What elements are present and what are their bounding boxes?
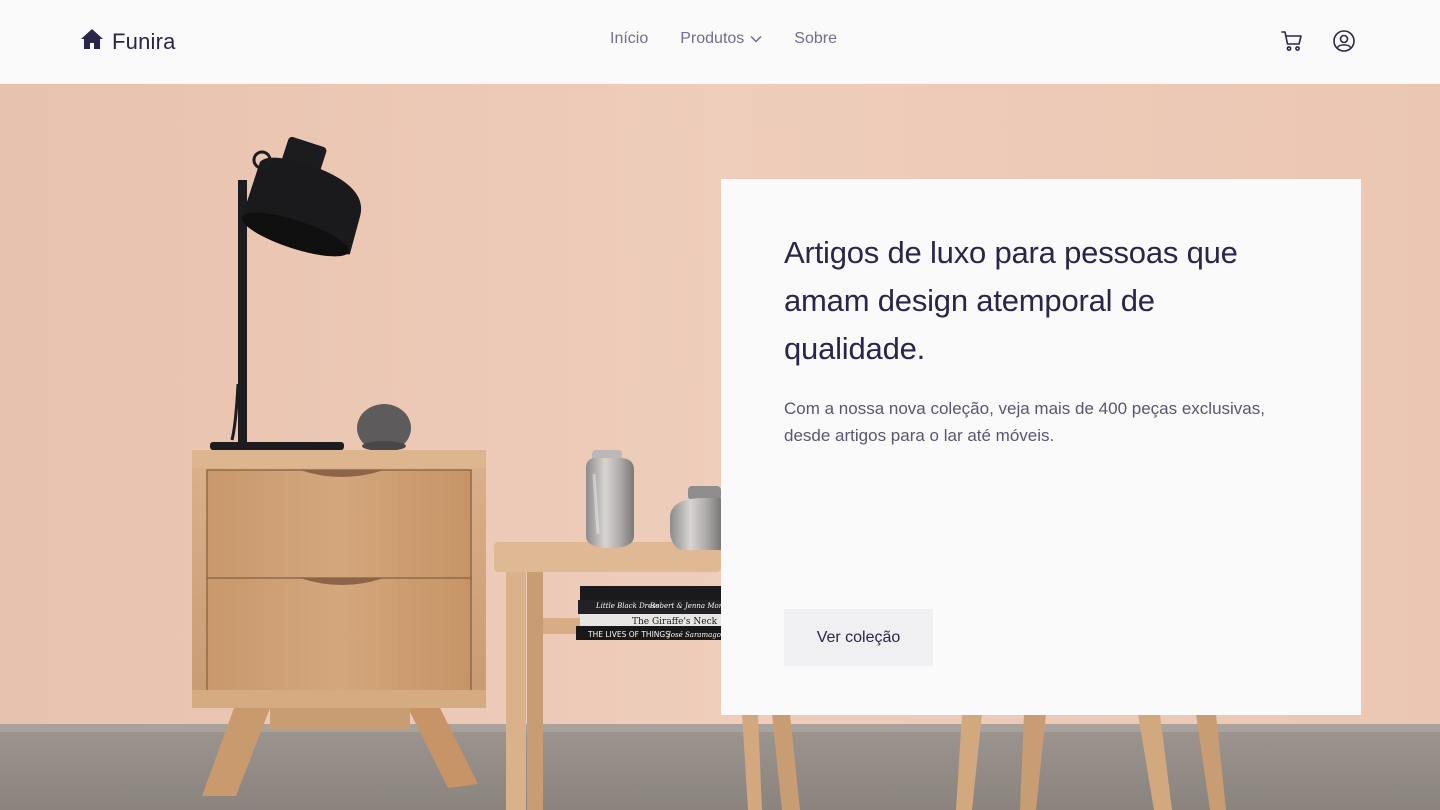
hero-card: Artigos de luxo para pessoas que amam de…: [721, 179, 1361, 715]
nav-item-inicio[interactable]: Início: [610, 30, 648, 48]
home-icon: [80, 28, 104, 55]
nav-item-label: Sobre: [794, 30, 837, 47]
user-circle-icon[interactable]: [1332, 29, 1356, 53]
nav-item-label: Início: [610, 30, 649, 47]
brand-name: Funira: [112, 28, 176, 54]
nav-item-sobre[interactable]: Sobre: [794, 30, 837, 48]
view-collection-button[interactable]: Ver coleção: [784, 609, 933, 666]
book-spine-text: José Saramago: [666, 631, 721, 639]
nav-item-label: Produtos: [680, 30, 745, 47]
hero-section: Little Black Dress Robert & Jenna Morgan…: [0, 84, 1440, 810]
main-nav: Início Produtos Sobre: [610, 30, 837, 48]
hero-description: Com a nossa nova coleção, veja mais de 4…: [784, 399, 1265, 445]
hero-title: Artigos de luxo para pessoas que amam de…: [784, 235, 1238, 366]
top-navbar: Funira Início Produtos Sobre: [0, 0, 1440, 84]
book-spine-text: THE LIVES OF THINGS: [587, 630, 670, 639]
chevron-down-icon: [750, 30, 762, 48]
nav-actions: [1280, 29, 1356, 53]
cart-icon[interactable]: [1280, 29, 1304, 53]
brand-logo[interactable]: Funira: [80, 28, 176, 55]
nav-item-produtos[interactable]: Produtos: [680, 30, 762, 48]
book-spine-text: The Giraffe's Neck: [632, 617, 718, 627]
